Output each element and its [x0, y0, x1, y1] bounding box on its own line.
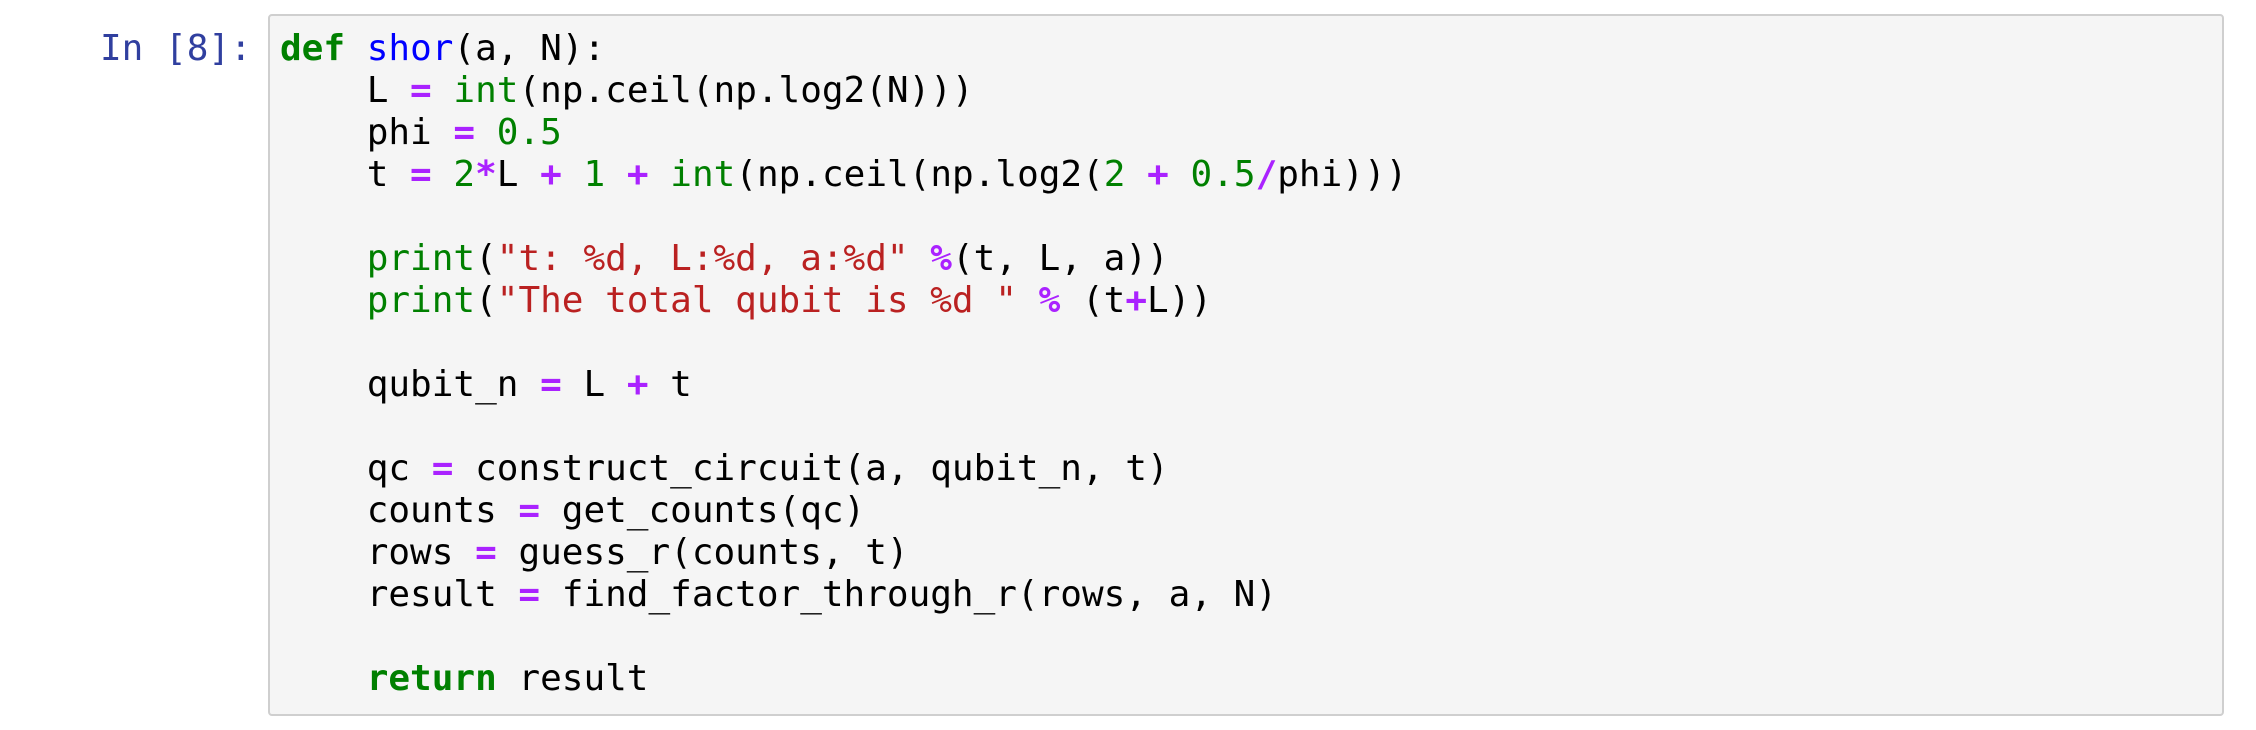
code-token: phi))) — [1277, 154, 1408, 195]
code-token: ( — [475, 238, 497, 279]
code-token: get_counts(qc) — [540, 490, 866, 531]
code-token: = — [540, 364, 562, 405]
code-token: 2 — [1103, 154, 1126, 195]
code-token: t — [280, 154, 411, 195]
code-token: = — [453, 112, 476, 153]
code-token: "The total qubit is %d " — [496, 280, 1017, 321]
code-text[interactable]: def shor(a, N): L = int(np.ceil(np.log2(… — [280, 28, 1407, 700]
code-token: 0.5 — [496, 112, 562, 153]
code-line: phi = 0.5 — [280, 112, 1407, 154]
code-line: t = 2*L + 1 + int(np.ceil(np.log2(2 + 0.… — [280, 154, 1408, 196]
code-token: + — [626, 154, 649, 195]
code-token: (t, L, a)) — [951, 238, 1169, 279]
code-token: phi — [280, 112, 454, 153]
code-token: print — [366, 238, 476, 279]
code-token: L — [280, 70, 411, 111]
code-line: qubit_n = L + t — [280, 364, 1407, 406]
code-token: 0.5 — [1190, 154, 1256, 195]
code-token: + — [626, 364, 649, 405]
code-token: = — [518, 490, 541, 531]
code-token: L)) — [1147, 280, 1213, 321]
code-token: construct_circuit(a, qubit_n, t) — [453, 448, 1169, 489]
code-token: (t — [1060, 280, 1126, 321]
code-token: = — [410, 154, 432, 195]
code-token: "t: %d, L:%d, a:%d" — [496, 238, 909, 279]
code-line: rows = guess_r(counts, t) — [280, 532, 1407, 574]
code-token: guess_r(counts, t) — [496, 532, 909, 573]
code-token: + — [1147, 154, 1169, 195]
code-line: print("The total qubit is %d " % (t+L)) — [280, 280, 1407, 322]
code-token: counts — [280, 490, 519, 531]
code-editor[interactable]: def shor(a, N): L = int(np.ceil(np.log2(… — [268, 14, 2224, 716]
code-token: + — [1125, 280, 1148, 321]
code-token: 1 — [583, 154, 606, 195]
code-cell[interactable]: In [8]: def shor(a, N): L = int(np.ceil(… — [0, 0, 2256, 730]
code-line: counts = get_counts(qc) — [280, 490, 1407, 532]
code-token: % — [930, 238, 952, 279]
code-token: / — [1255, 154, 1278, 195]
code-token: = — [410, 70, 432, 111]
code-token: find_factor_through_r(rows, a, N) — [540, 574, 1278, 615]
code-token: rows — [280, 532, 476, 573]
code-token: result — [496, 658, 649, 699]
code-token: = — [431, 448, 454, 489]
code-token: return — [366, 658, 497, 699]
code-token: 2 — [453, 154, 476, 195]
code-line: qc = construct_circuit(a, qubit_n, t) — [280, 448, 1407, 490]
code-token: result — [280, 574, 519, 615]
code-token: qc — [280, 448, 432, 489]
code-token: + — [540, 154, 562, 195]
code-token: = — [475, 532, 497, 573]
code-token: qubit_n — [280, 364, 541, 405]
code-token: print — [366, 280, 476, 321]
code-token: t — [648, 364, 692, 405]
code-token: shor — [366, 28, 454, 69]
code-line: L = int(np.ceil(np.log2(N))) — [280, 70, 1407, 112]
code-token: (np.ceil(np.log2(N))) — [518, 70, 974, 111]
code-token: * — [475, 154, 497, 195]
code-token: (a, N): — [453, 28, 606, 69]
code-token: def — [280, 28, 346, 69]
code-line: def shor(a, N): — [280, 28, 1407, 70]
code-token: (np.ceil(np.log2( — [735, 154, 1104, 195]
code-token: L — [561, 364, 627, 405]
code-token: = — [518, 574, 541, 615]
code-line: print("t: %d, L:%d, a:%d" %(t, L, a)) — [280, 238, 1407, 280]
input-prompt: In [8]: — [100, 28, 252, 69]
code-token: L — [496, 154, 541, 195]
code-token: int — [670, 154, 736, 195]
code-line: return result — [280, 658, 1407, 700]
code-token: int — [453, 70, 519, 111]
code-line: result = find_factor_through_r(rows, a, … — [280, 574, 1407, 616]
code-token: % — [1038, 280, 1061, 321]
code-token: ( — [475, 280, 497, 321]
